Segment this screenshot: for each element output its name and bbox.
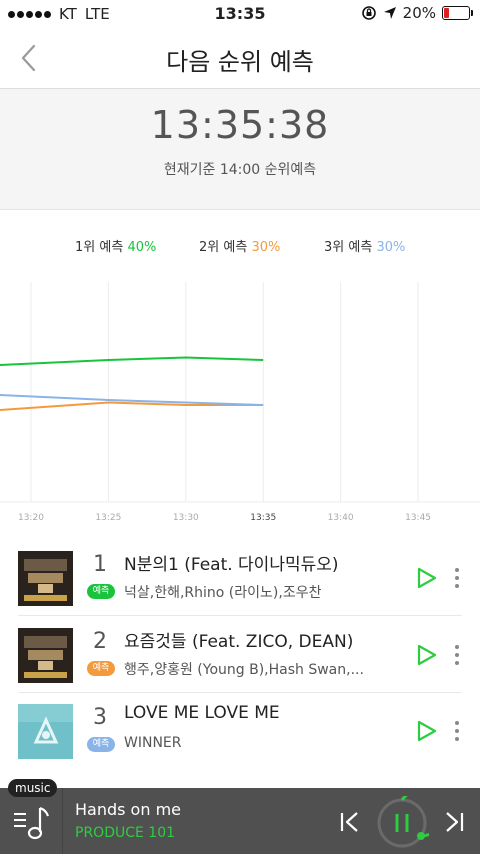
x-tick-label: 13:35	[250, 513, 276, 523]
song-title: LOVE ME LOVE ME	[124, 703, 280, 723]
more-options-icon[interactable]	[452, 564, 462, 592]
play-icon[interactable]	[416, 643, 438, 667]
legend-value: 30%	[251, 240, 281, 255]
next-track-icon[interactable]	[442, 810, 466, 834]
rank-number: 3	[93, 705, 107, 730]
countdown-panel: 13:35:38 현재기준 14:00 순위예측	[0, 89, 480, 210]
song-row[interactable]: 3 예측 LOVE ME LOVE ME WINNER	[0, 693, 480, 769]
series-line-1	[0, 356, 264, 366]
prediction-badge: 예측	[87, 737, 115, 752]
song-row[interactable]: 1 예측 N분의1 (Feat. 다이나믹듀오) 넉살,한해,Rhino (라이…	[0, 540, 480, 616]
x-tick-label: 13:30	[173, 513, 199, 523]
legend-item-rank-1: 1위 예측 40%	[75, 236, 156, 255]
x-tick-label: 13:45	[405, 513, 431, 523]
music-tag: music	[8, 779, 58, 797]
ranking-prediction-chart: 13:20 13:25 13:30 13:35 13:40 13:45	[0, 282, 480, 523]
location-arrow-icon	[383, 7, 396, 19]
song-artist: 넉살,한해,Rhino (라이노),조우찬	[124, 585, 322, 601]
rotation-lock-icon	[361, 6, 376, 20]
legend-label: 1위 예측	[75, 240, 124, 255]
legend-label: 3위 예측	[324, 240, 373, 255]
more-options-icon[interactable]	[452, 641, 462, 669]
legend-label: 2위 예측	[199, 240, 248, 255]
status-bar: KT LTE 13:35 20%	[0, 0, 480, 28]
rank-number: 2	[93, 629, 107, 654]
album-cover	[18, 704, 73, 759]
song-artist: 행주,양홍원 (Young B),Hash Swan,...	[124, 662, 364, 678]
player-divider	[62, 788, 63, 854]
page-title: 다음 순위 예측	[166, 48, 314, 76]
prediction-basis-text: 현재기준 14:00 순위예측	[163, 162, 317, 178]
x-tick-label: 13:40	[328, 513, 354, 523]
row-divider	[18, 615, 462, 616]
battery-fill	[444, 8, 450, 18]
mini-player[interactable]: music Hands on me PRODUCE 101	[0, 779, 480, 854]
pause-button[interactable]	[375, 796, 429, 850]
now-playing-title: Hands on me	[75, 800, 181, 819]
song-title: N분의1 (Feat. 다이나믹듀오)	[124, 555, 339, 575]
play-icon[interactable]	[416, 566, 438, 590]
legend-item-rank-3: 3위 예측 30%	[324, 236, 405, 255]
previous-track-icon[interactable]	[338, 810, 362, 834]
legend-value: 40%	[127, 240, 157, 255]
song-title: 요즘것들 (Feat. ZICO, DEAN)	[124, 632, 354, 652]
battery-percent: 20%	[402, 4, 436, 22]
prediction-badge: 예측	[87, 584, 115, 599]
more-options-icon[interactable]	[452, 717, 462, 745]
legend-item-rank-2: 2위 예측 30%	[199, 236, 280, 255]
playlist-icon[interactable]	[12, 802, 52, 842]
nav-header: 다음 순위 예측	[0, 28, 480, 89]
song-artist: WINNER	[124, 735, 182, 751]
album-cover	[18, 551, 73, 606]
play-icon[interactable]	[416, 719, 438, 743]
legend-value: 30%	[376, 240, 406, 255]
now-playing-artist: PRODUCE 101	[75, 825, 176, 841]
x-tick-label: 13:25	[95, 513, 121, 523]
battery-icon	[442, 6, 473, 20]
song-row[interactable]: 2 예측 요즘것들 (Feat. ZICO, DEAN) 행주,양홍원 (You…	[0, 617, 480, 693]
prediction-badge: 예측	[87, 661, 115, 676]
countdown-clock: 13:35:38	[150, 103, 330, 147]
album-cover	[18, 628, 73, 683]
rank-number: 1	[93, 552, 107, 577]
x-tick-label: 13:20	[18, 513, 44, 523]
